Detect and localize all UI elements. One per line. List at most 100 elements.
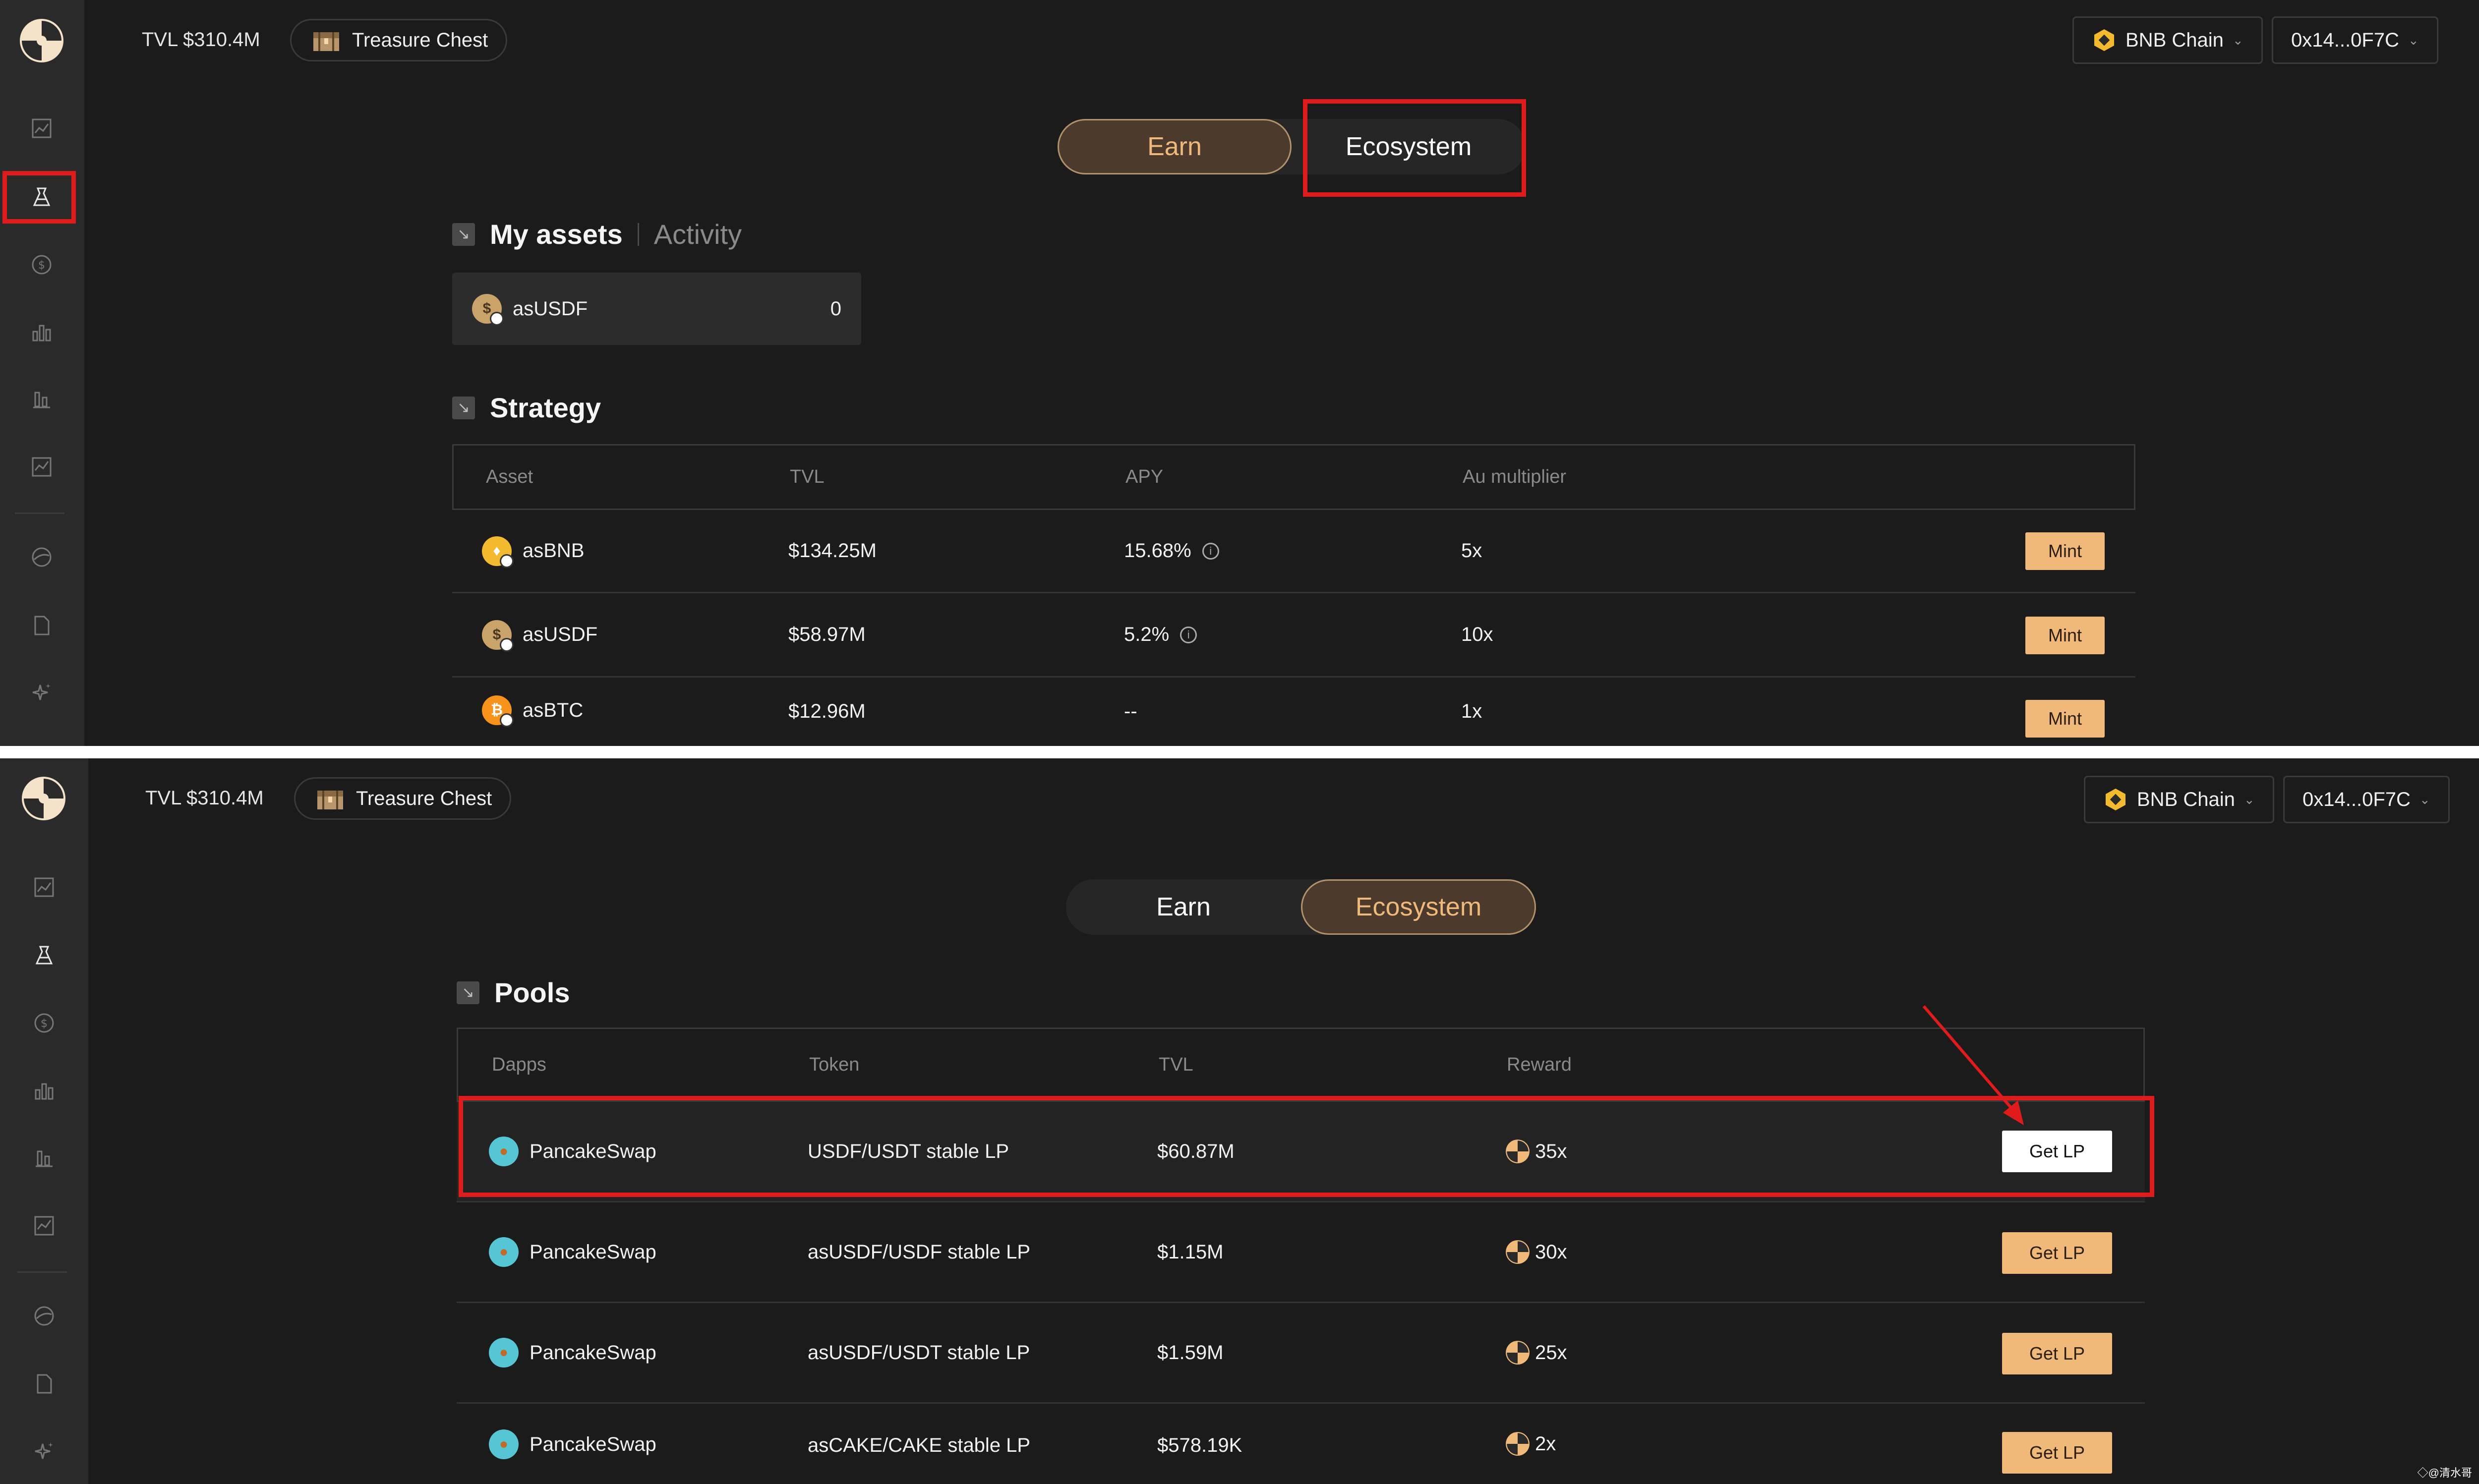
chest-icon — [317, 791, 343, 809]
line-chart-icon[interactable] — [27, 453, 56, 481]
sparkle-icon[interactable] — [30, 1437, 59, 1466]
mint-button[interactable]: Mint — [2025, 532, 2105, 570]
sidebar: $ — [0, 758, 88, 1484]
globe-icon[interactable] — [27, 543, 56, 571]
asset-cell: ♦ asBNB — [482, 536, 585, 568]
token-cell: asCAKE/CAKE stable LP — [808, 1434, 1031, 1456]
document-icon[interactable] — [30, 1370, 59, 1398]
sidebar: $ — [0, 0, 84, 746]
multiplier-cell: 10x — [1461, 624, 1493, 645]
strategy-header: ↘ Strategy — [452, 392, 601, 424]
column-header: Dapps — [492, 1054, 546, 1075]
wallet-button[interactable]: 0x14...0F7C ⌄ — [2272, 16, 2438, 64]
multiplier-cell: 1x — [1461, 700, 1482, 722]
dollar-icon[interactable]: $ — [30, 1009, 59, 1037]
treasure-chest-label: Treasure Chest — [356, 787, 492, 809]
reward-value: 25x — [1535, 1341, 1567, 1364]
sparkle-icon[interactable] — [27, 678, 56, 707]
dapp-cell: ● PancakeSwap — [489, 1237, 656, 1267]
sidebar-highlight-box — [2, 171, 76, 224]
treasure-chest-label: Treasure Chest — [352, 29, 488, 51]
collapse-arrow-icon[interactable]: ↘ — [452, 396, 475, 419]
app-logo[interactable] — [21, 776, 66, 821]
wallet-button[interactable]: 0x14...0F7C ⌄ — [2283, 776, 2450, 823]
token-cell: asUSDF/USDT stable LP — [808, 1341, 1030, 1364]
dashboard-icon[interactable] — [27, 114, 56, 143]
sidebar-divider — [17, 1271, 67, 1273]
stats-icon[interactable] — [27, 318, 56, 346]
reward-cell: 2x — [1505, 1431, 1556, 1456]
apy-cell: 15.68% i — [1124, 540, 1219, 562]
annotation-arrow-icon — [1922, 1005, 2024, 1125]
sidebar-divider — [15, 513, 64, 514]
line-chart-icon[interactable] — [30, 1211, 59, 1240]
globe-icon[interactable] — [30, 1302, 59, 1330]
collapse-arrow-icon[interactable]: ↘ — [457, 981, 479, 1004]
get-lp-button[interactable]: Get LP — [2002, 1432, 2112, 1474]
bnb-chain-icon — [2106, 789, 2125, 810]
tvl-cell: $58.97M — [788, 624, 866, 645]
asbnb-token-icon: ♦ — [482, 536, 514, 568]
tab-earn[interactable]: Earn — [1066, 879, 1301, 935]
chevron-down-icon: ⌄ — [2232, 32, 2243, 48]
column-header: Token — [809, 1054, 860, 1075]
asset-name: asUSDF — [523, 624, 598, 645]
dapp-name: PancakeSwap — [530, 1341, 656, 1364]
mint-button[interactable]: Mint — [2025, 700, 2105, 738]
activity-tab[interactable]: Activity — [654, 218, 742, 250]
earn-view-screenshot: $ TVL $310.4M Treasure Chest BNB Chain ⌄… — [0, 0, 2479, 746]
multiplier-cell: 5x — [1461, 540, 1482, 562]
collapse-arrow-icon[interactable]: ↘ — [452, 223, 475, 246]
mint-button[interactable]: Mint — [2025, 617, 2105, 654]
pancakeswap-icon: ● — [489, 1429, 519, 1459]
reward-cell: 25x — [1505, 1340, 1567, 1365]
reward-token-icon — [1506, 1432, 1530, 1456]
asset-card[interactable]: $ asUSDF 0 — [452, 273, 861, 345]
get-lp-button[interactable]: Get LP — [2002, 1232, 2112, 1274]
info-icon[interactable]: i — [1180, 626, 1197, 643]
column-header: TVL — [1159, 1054, 1193, 1075]
bar-chart-icon[interactable] — [30, 1143, 59, 1172]
chest-icon — [313, 32, 339, 51]
my-assets-tab[interactable]: My assets — [490, 218, 623, 250]
treasure-chest-button[interactable]: Treasure Chest — [290, 19, 508, 61]
tvl-cell: $134.25M — [788, 540, 877, 562]
dapp-cell: ● PancakeSwap — [489, 1429, 656, 1459]
strategy-table-header: Asset TVL APY Au multiplier — [452, 444, 2135, 510]
info-icon[interactable]: i — [1202, 542, 1219, 560]
pools-table-header: Dapps Token TVL Reward — [457, 1027, 2145, 1102]
tvl-cell: $578.19K — [1157, 1434, 1242, 1456]
get-lp-button[interactable]: Get LP — [2002, 1333, 2112, 1374]
column-header: Au multiplier — [1463, 466, 1567, 487]
chevron-down-icon: ⌄ — [2419, 792, 2430, 807]
table-row: ● PancakeSwap asUSDF/USDT stable LP $1.59… — [457, 1303, 2145, 1404]
tab-earn[interactable]: Earn — [1058, 119, 1292, 174]
asset-cell: ₿ asBTC — [482, 695, 584, 727]
dollar-icon[interactable]: $ — [27, 250, 56, 279]
asbtc-token-icon: ₿ — [482, 695, 514, 727]
column-header: TVL — [790, 466, 825, 487]
chain-selector[interactable]: BNB Chain ⌄ — [2084, 776, 2274, 823]
asset-name: asBTC — [523, 699, 584, 721]
document-icon[interactable] — [27, 611, 56, 640]
table-row: ♦ asBNB $134.25M 15.68% i 5x Mint — [452, 510, 2135, 593]
apy-value: 15.68% — [1124, 540, 1191, 562]
ecosystem-view-screenshot: $ TVL $310.4M Treasure Chest BNB Chain ⌄… — [0, 758, 2479, 1484]
reward-token-icon — [1506, 1240, 1530, 1264]
pancakeswap-highlight-box — [459, 1096, 2154, 1197]
chain-label: BNB Chain — [2125, 29, 2224, 51]
reward-value: 2x — [1535, 1432, 1556, 1455]
apy-value: 5.2% — [1124, 624, 1170, 645]
stats-icon[interactable] — [30, 1076, 59, 1105]
app-logo[interactable] — [19, 18, 64, 63]
strategy-title: Strategy — [490, 392, 601, 423]
bar-chart-icon[interactable] — [27, 385, 56, 413]
dashboard-icon[interactable] — [30, 873, 59, 902]
chain-label: BNB Chain — [2137, 788, 2235, 810]
table-row: ● PancakeSwap asUSDF/USDF stable LP $1.15… — [457, 1202, 2145, 1303]
pools-title: Pools — [494, 977, 570, 1008]
tab-ecosystem[interactable]: Ecosystem — [1301, 879, 1536, 935]
treasure-chest-button[interactable]: Treasure Chest — [294, 777, 512, 820]
earn-icon[interactable] — [30, 941, 59, 970]
chain-selector[interactable]: BNB Chain ⌄ — [2072, 16, 2263, 64]
